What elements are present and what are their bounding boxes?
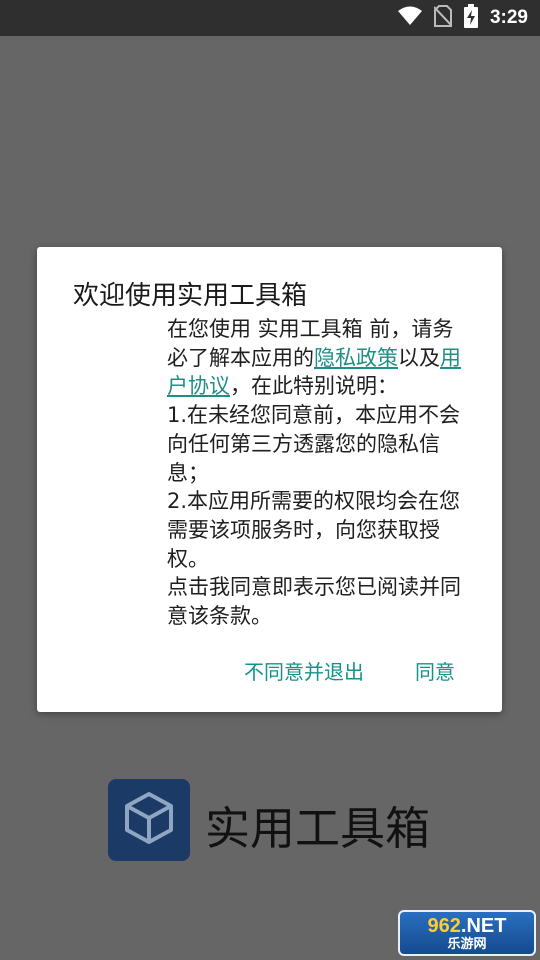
watermark-domain: 962.NET [428, 916, 507, 936]
status-icons: 3:29 [397, 0, 528, 36]
site-watermark-logo: 962.NET 乐游网 [398, 910, 536, 956]
agree-button[interactable]: 同意 [415, 656, 455, 685]
watermark-number: 962 [427, 914, 461, 937]
status-time: 3:29 [489, 7, 528, 28]
dialog-body: 在您使用 实用工具箱 前，请务必了解本应用的隐私政策以及用户协议，在此特别说明：… [87, 315, 467, 631]
watermark-site-name: 乐游网 [447, 935, 487, 951]
no-sim-icon [433, 5, 453, 31]
clause-1: 1.在未经您同意前，本应用不会向任何第三方透露您的隐私信息； [167, 403, 461, 485]
intro-suffix-text: ，在此特别说明： [230, 374, 398, 399]
intro-and-text: 以及 [398, 345, 440, 370]
dialog-title: 欢迎使用实用工具箱 [73, 281, 308, 311]
intro-paragraph: 在您使用 实用工具箱 前，请务必了解本应用的隐私政策以及用户协议，在此特别说明： [87, 315, 467, 401]
cube-icon [119, 788, 179, 852]
privacy-policy-link[interactable]: 隐私政策 [314, 346, 398, 370]
consent-note: 点击我同意即表示您已阅读并同意该条款。 [167, 575, 461, 629]
splash-app-name: 实用工具箱 [205, 802, 431, 855]
privacy-dialog: 欢迎使用实用工具箱 在您使用 实用工具箱 前，请务必了解本应用的隐私政策以及用户… [37, 247, 502, 712]
wifi-icon [397, 6, 422, 30]
status-bar: 3:29 [0, 0, 540, 36]
clause-2: 2.本应用所需要的权限均会在您需要该项服务时，向您获取授权。 [167, 489, 461, 571]
app-logo [108, 779, 190, 861]
watermark-tld: .NET [460, 914, 507, 937]
battery-charging-icon [463, 4, 478, 32]
disagree-exit-button[interactable]: 不同意并退出 [244, 656, 364, 685]
